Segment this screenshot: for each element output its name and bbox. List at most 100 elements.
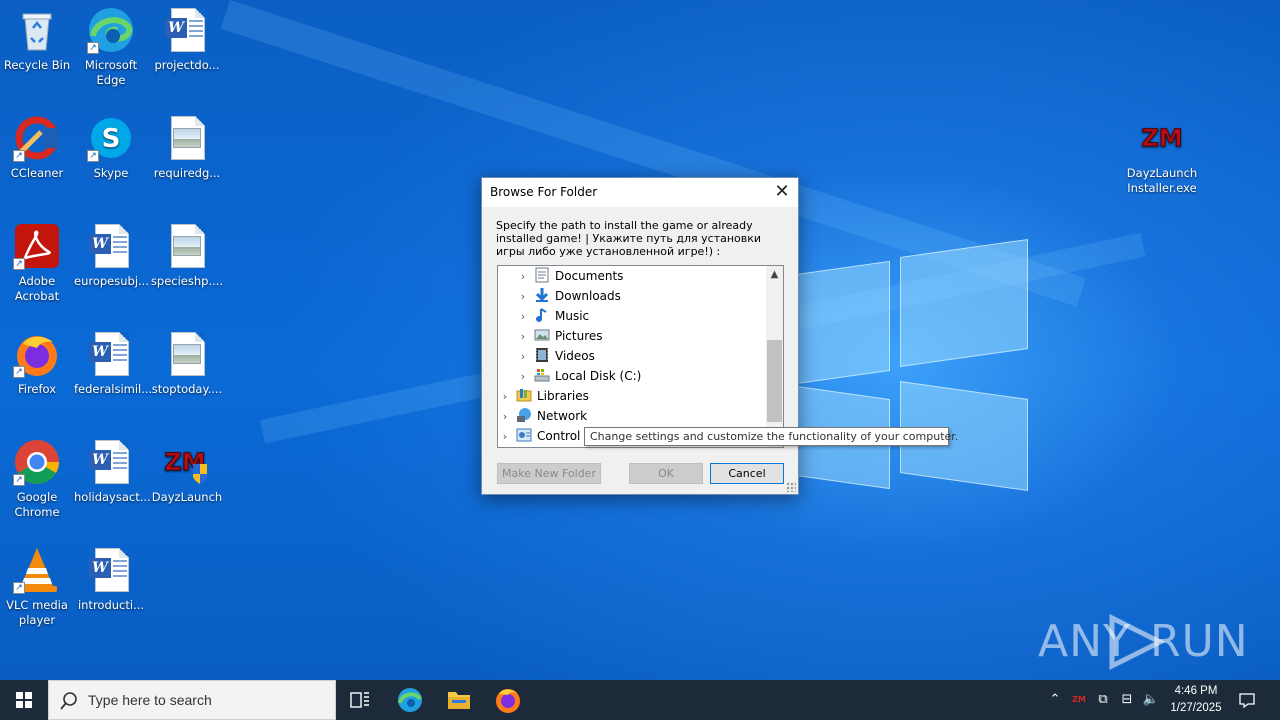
desktop-icon-introducti[interactable]: W introducti... — [74, 540, 148, 613]
image-file-icon — [163, 222, 211, 270]
taskbar-file-explorer[interactable] — [435, 680, 483, 720]
desktop-icon-ccleaner[interactable]: ↗ CCleaner — [0, 108, 74, 181]
icon-label: projectdo... — [154, 58, 220, 72]
image-file-icon — [163, 330, 211, 378]
svg-text:S: S — [102, 124, 121, 154]
dialog-description: Specify the path to install the game or … — [496, 219, 762, 258]
taskbar-edge[interactable] — [386, 680, 434, 720]
start-button[interactable] — [0, 680, 48, 720]
desktop-icon-vlc[interactable]: ↗ VLC media player — [0, 540, 74, 628]
desktop-icon-holidaysact[interactable]: W holidaysact... — [74, 432, 151, 505]
chevron-right-icon[interactable]: › — [518, 327, 528, 347]
desktop-icon-firefox[interactable]: ↗ Firefox — [0, 324, 74, 397]
recycle-bin-icon — [13, 6, 61, 54]
tree-item-music[interactable]: › Music — [518, 306, 589, 326]
dayzlaunch-tray-icon[interactable]: ZM — [1070, 691, 1088, 709]
windows-start-icon — [16, 692, 32, 708]
ok-button[interactable]: OK — [629, 463, 703, 484]
chevron-right-icon[interactable]: › — [500, 407, 510, 427]
dayzlaunch-icon: ZM — [1138, 114, 1186, 162]
volume-icon[interactable]: 🔈 — [1142, 691, 1160, 709]
scroll-up-arrow-icon[interactable]: ▲ — [766, 266, 783, 283]
meet-now-icon[interactable]: ⧉ — [1094, 691, 1112, 709]
desktop-icon-microsoft-edge[interactable]: ↗ Microsoft Edge — [74, 0, 148, 88]
desktop-icon-federalsimil[interactable]: W federalsimil... — [74, 324, 152, 397]
tree-item-libraries[interactable]: › Libraries — [500, 386, 589, 406]
tree-scrollbar[interactable]: ▲ — [766, 266, 783, 447]
music-icon — [534, 307, 550, 323]
network-tray-icon[interactable]: ⊟ — [1118, 691, 1136, 709]
tree-item-local-disk[interactable]: › Local Disk (C:) — [518, 366, 641, 386]
make-new-folder-button[interactable]: Make New Folder — [497, 463, 601, 484]
desktop-icon-google-chrome[interactable]: ↗ Google Chrome — [0, 432, 74, 520]
taskbar-clock[interactable]: 4:46 PM 1/27/2025 — [1166, 683, 1226, 717]
shortcut-arrow-icon: ↗ — [87, 150, 99, 162]
tree-item-videos[interactable]: › Videos — [518, 346, 595, 366]
taskbar-firefox[interactable] — [484, 680, 532, 720]
taskbar-search-box[interactable]: Type here to search — [48, 680, 336, 720]
icon-label: stoptoday.... — [151, 382, 223, 396]
tree-item-control-panel[interactable]: › Control P — [500, 426, 591, 446]
local-disk-icon — [534, 367, 550, 383]
pictures-icon — [534, 327, 550, 343]
svg-text:ZM: ZM — [1141, 124, 1182, 152]
libraries-icon — [516, 387, 532, 403]
shortcut-arrow-icon: ↗ — [13, 150, 25, 162]
control-panel-tooltip: Change settings and customize the functi… — [584, 427, 958, 446]
folder-tree[interactable]: › Documents › Downloads › Music › Pictures ›… — [497, 265, 784, 448]
icon-label: Recycle Bin — [3, 58, 71, 72]
show-hidden-icons-chevron-up-icon[interactable]: ⌃ — [1046, 691, 1064, 709]
icon-label: CCleaner — [10, 166, 64, 180]
browse-for-folder-dialog: Browse For Folder ✕ Specify the path to … — [481, 177, 799, 495]
desktop-icon-dayzlaunch-installer[interactable]: ZM DayzLaunch Installer.exe — [1124, 108, 1200, 196]
skype-icon: S ↗ — [87, 114, 135, 162]
chevron-right-icon[interactable]: › — [500, 387, 510, 407]
chrome-icon: ↗ — [13, 438, 61, 486]
tree-item-pictures[interactable]: › Pictures — [518, 326, 603, 346]
tree-item-documents[interactable]: › Documents — [518, 266, 623, 286]
icon-label: specieshp.... — [150, 274, 224, 288]
cancel-button[interactable]: Cancel — [710, 463, 784, 484]
dialog-title: Browse For Folder — [490, 185, 598, 199]
desktop-icon-requiredg[interactable]: requiredg... — [150, 108, 224, 181]
videos-icon — [534, 347, 550, 363]
icon-label: holidaysact... — [74, 490, 151, 504]
action-center-icon — [1239, 693, 1255, 709]
chevron-right-icon[interactable]: › — [518, 307, 528, 327]
tree-item-downloads[interactable]: › Downloads — [518, 286, 621, 306]
chevron-right-icon[interactable]: › — [500, 427, 510, 447]
desktop-icon-specieshp[interactable]: specieshp.... — [150, 216, 224, 289]
resize-grip[interactable] — [786, 482, 796, 492]
tree-item-label: Downloads — [555, 289, 621, 303]
desktop-icon-adobe-acrobat[interactable]: ↗ Adobe Acrobat — [0, 216, 74, 304]
desktop-icon-projectdo[interactable]: W projectdo... — [150, 0, 224, 73]
anyrun-watermark: ANY RUN — [1038, 612, 1248, 672]
folder-icon — [448, 692, 470, 709]
word-doc-icon: W — [87, 330, 135, 378]
icon-label: Microsoft Edge — [84, 58, 138, 87]
search-placeholder: Type here to search — [88, 692, 212, 708]
icon-label: Google Chrome — [14, 490, 60, 519]
shortcut-arrow-icon: ↗ — [87, 42, 99, 54]
desktop-icon-stoptoday[interactable]: stoptoday.... — [150, 324, 224, 397]
desktop-icon-skype[interactable]: S ↗ Skype — [74, 108, 148, 181]
word-doc-icon: W — [87, 222, 135, 270]
tree-item-label: Local Disk (C:) — [555, 369, 642, 383]
scroll-thumb[interactable] — [767, 340, 782, 422]
task-view-icon — [350, 692, 369, 708]
task-view-button[interactable] — [336, 680, 384, 720]
chevron-right-icon[interactable]: › — [518, 367, 528, 387]
chevron-right-icon[interactable]: › — [518, 347, 528, 367]
icon-label: DayzLaunch — [151, 490, 223, 504]
search-icon — [60, 692, 77, 710]
desktop-icon-europesubj[interactable]: W europesubj... — [74, 216, 149, 289]
chevron-right-icon[interactable]: › — [518, 287, 528, 307]
notifications-icon[interactable] — [1238, 691, 1256, 709]
tree-item-network[interactable]: › Network — [500, 406, 587, 426]
dialog-titlebar[interactable]: Browse For Folder ✕ — [482, 178, 798, 207]
desktop-icon-recycle-bin[interactable]: Recycle Bin — [0, 0, 74, 73]
shortcut-arrow-icon: ↗ — [13, 258, 25, 270]
close-button[interactable]: ✕ — [766, 178, 798, 207]
desktop-icon-dayzlaunch[interactable]: ZM DayzLaunch — [150, 432, 224, 505]
chevron-right-icon[interactable]: › — [518, 267, 528, 287]
